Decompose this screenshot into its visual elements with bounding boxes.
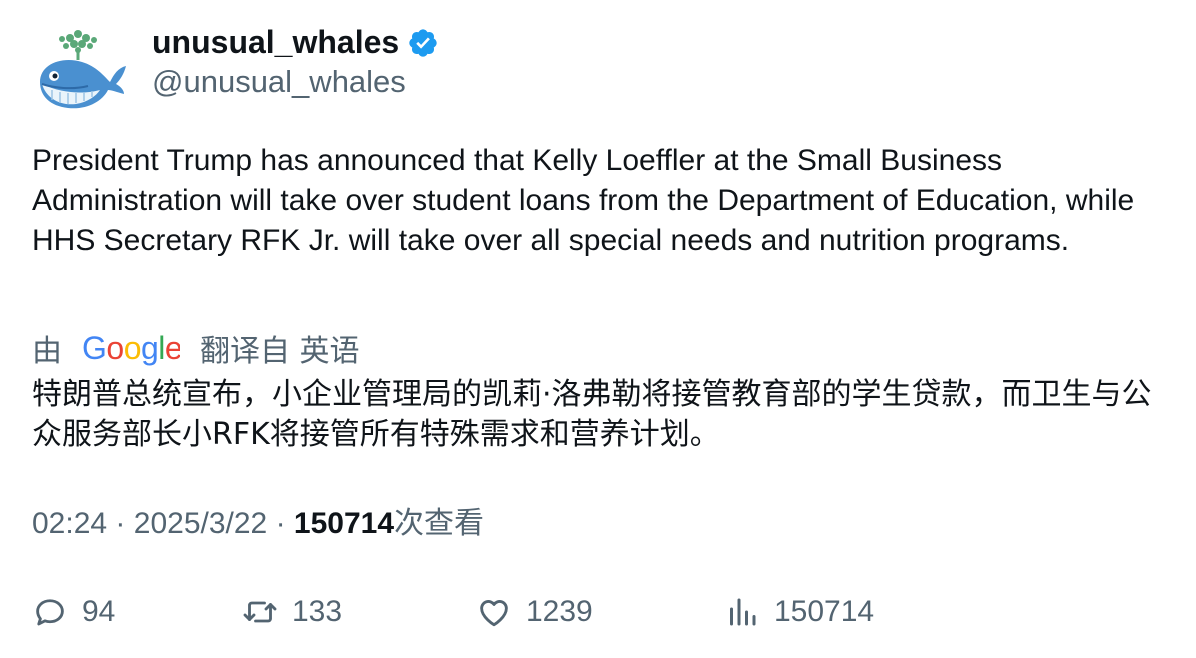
- display-name-row: unusual_whales: [152, 20, 439, 64]
- translation-attribution[interactable]: 由 Google 翻译自 英语: [32, 326, 360, 370]
- retweet-count: 133: [292, 595, 343, 628]
- views-label: 次查看: [394, 506, 485, 541]
- google-logo-icon: Google: [82, 330, 180, 366]
- views-button[interactable]: 150714: [724, 590, 874, 634]
- heart-icon: [480, 600, 508, 627]
- meta-separator: ·: [275, 507, 286, 540]
- verified-badge-icon: [409, 29, 437, 57]
- like-button[interactable]: 1239: [476, 590, 593, 634]
- views-chart-icon: [730, 598, 756, 626]
- display-name[interactable]: unusual_whales: [152, 20, 399, 64]
- like-count: 1239: [526, 595, 593, 628]
- tweet-card: unusual_whales @unusual_whales President…: [0, 0, 1196, 658]
- action-bar: 94 133 1239 150714: [0, 590, 1196, 634]
- whale-avatar-icon[interactable]: [32, 24, 128, 120]
- tweet-time[interactable]: 02:24: [32, 507, 107, 540]
- reply-icon: [36, 599, 64, 626]
- reply-count: 94: [82, 595, 116, 628]
- tweet-text: President Trump has announced that Kelly…: [32, 144, 1135, 257]
- translated-text: 特朗普总统宣布，小企业管理局的凯莉·洛弗勒将接管教育部的学生贷款，而卫生与公众服…: [32, 377, 1152, 452]
- tweet-date[interactable]: 2025/3/22: [134, 507, 267, 540]
- meta-separator: ·: [115, 507, 126, 540]
- translated-by-label: 由: [32, 334, 62, 369]
- author-handle[interactable]: @unusual_whales: [152, 62, 439, 102]
- translated-from-label: 翻译自 英语: [200, 334, 360, 369]
- tweet-meta: 02:24 · 2025/3/22 · 150714次查看: [32, 503, 484, 545]
- svg-text:Google: Google: [82, 330, 180, 366]
- reply-button[interactable]: 94: [32, 590, 115, 634]
- retweet-icon: [243, 601, 277, 623]
- views-action-count: 150714: [774, 595, 875, 628]
- views-count: 150714: [293, 507, 395, 540]
- retweet-button[interactable]: 133: [242, 590, 342, 634]
- author-header: unusual_whales @unusual_whales: [152, 20, 439, 102]
